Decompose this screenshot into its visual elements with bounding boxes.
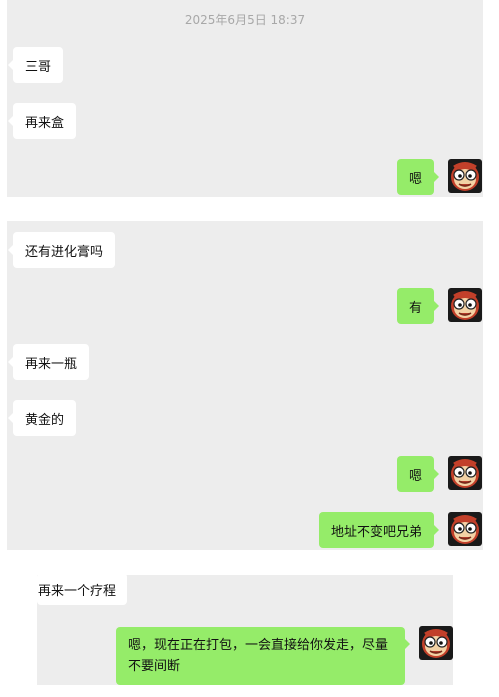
outgoing-message[interactable]: 嗯 — [396, 456, 440, 492]
monkey-avatar-icon — [448, 288, 482, 322]
incoming-message[interactable]: 再来一瓶 — [7, 344, 90, 380]
outgoing-message[interactable]: 嗯 — [396, 159, 440, 195]
monkey-avatar-icon — [448, 512, 482, 546]
incoming-message[interactable]: 再来盒 — [7, 103, 77, 139]
incoming-message[interactable]: 再来一个疗程 — [31, 573, 128, 605]
incoming-message[interactable]: 黄金的 — [7, 400, 77, 436]
chat-panel-2: 还有进化膏吗 有 再来一瓶 黄金的 嗯 地址不变吧兄弟 — [7, 221, 483, 550]
outgoing-message[interactable]: 嗯，现在正在打包，一会直接给你发走，尽量不要间断 — [116, 627, 410, 685]
incoming-message[interactable]: 还有进化膏吗 — [7, 232, 116, 268]
chat-panel-1: 2025年6月5日 18:37 三哥 再来盒 嗯 — [7, 0, 483, 197]
outgoing-message[interactable]: 有 — [396, 288, 440, 324]
monkey-avatar-icon — [419, 626, 453, 660]
monkey-avatar-icon — [448, 456, 482, 490]
user-avatar[interactable] — [448, 159, 482, 193]
monkey-avatar-icon — [448, 159, 482, 193]
incoming-message[interactable]: 三哥 — [7, 47, 64, 83]
timestamp: 2025年6月5日 18:37 — [184, 13, 306, 27]
user-avatar[interactable] — [448, 288, 482, 322]
user-avatar[interactable] — [448, 512, 482, 546]
user-avatar[interactable] — [419, 626, 453, 660]
user-avatar[interactable] — [448, 456, 482, 490]
outgoing-message[interactable]: 地址不变吧兄弟 — [318, 512, 440, 548]
